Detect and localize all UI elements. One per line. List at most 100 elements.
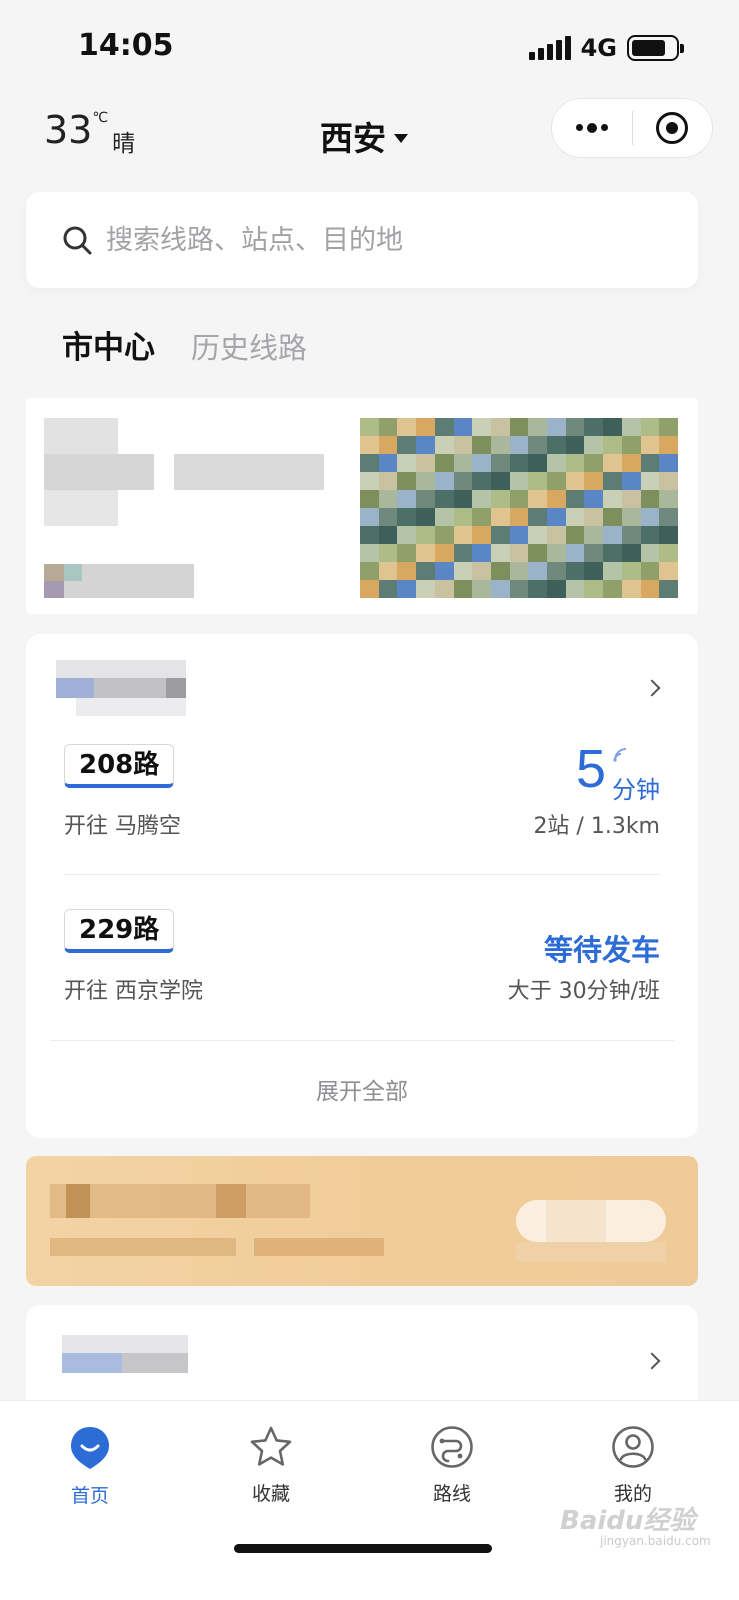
pixel-block (621, 490, 641, 508)
pixel-block (490, 418, 510, 436)
status-time: 14:05 (78, 28, 174, 63)
pixel-block (547, 544, 566, 562)
chevron-right-icon[interactable] (643, 679, 661, 697)
eta-unit: 分钟 (612, 776, 660, 804)
pixel-block (659, 526, 678, 544)
pixel-block (584, 580, 604, 598)
tab-city-center[interactable]: 市中心 (62, 322, 155, 367)
search-bar[interactable] (26, 192, 698, 288)
pixel-block (360, 562, 379, 580)
pixel-block (547, 580, 566, 598)
pixel-block (378, 490, 398, 508)
pixel-block (416, 544, 435, 562)
pixel-block (434, 562, 454, 580)
pixel-block (434, 436, 454, 454)
pixel-block (547, 418, 566, 436)
watermark: Baidu经验 (560, 1506, 696, 1536)
route-row[interactable]: 229路 开往 西京学院 等待发车 大于 30分钟/班 (64, 909, 660, 1019)
tab-routes[interactable]: 路线 (392, 1425, 512, 1506)
tab-favorites[interactable]: 收藏 (211, 1425, 331, 1506)
pixel-block (621, 436, 641, 454)
pixel-block (378, 418, 398, 436)
pixel-block (378, 508, 398, 526)
pixel-block (584, 490, 604, 508)
weather-widget: 33 ℃ 晴 (44, 108, 135, 158)
pixel-block (397, 454, 417, 472)
pixel-block (378, 580, 398, 598)
search-input[interactable] (106, 224, 666, 256)
tab-home[interactable]: 首页 (30, 1425, 150, 1508)
signal-icon (528, 36, 571, 60)
pixel-block (509, 526, 529, 544)
pixel-block (565, 472, 585, 490)
pixel-block (603, 526, 622, 544)
promo-banner[interactable] (26, 398, 698, 614)
pixel-block (360, 526, 379, 544)
pixel-block (490, 454, 510, 472)
pixel-block (640, 436, 660, 454)
pixel-block (565, 436, 585, 454)
live-signal-icon (613, 748, 627, 762)
expand-all-button[interactable]: 展开全部 (26, 1072, 698, 1106)
pixel-block (659, 418, 678, 436)
ad-banner[interactable] (26, 1156, 698, 1286)
city-selector[interactable]: 西安 (320, 112, 408, 160)
pixel-block (434, 544, 454, 562)
pixel-block (397, 580, 417, 598)
pixel-block (490, 436, 510, 454)
tab-history-routes[interactable]: 历史线路 (191, 325, 307, 367)
weather-condition: 晴 (112, 131, 136, 157)
pixel-block (472, 418, 491, 436)
pixel-block (434, 490, 454, 508)
pixel-block (490, 544, 510, 562)
city-name: 西安 (320, 119, 386, 158)
pixel-block (547, 526, 566, 544)
route-row[interactable]: 208路 开往 马腾空 5 分钟 2站 / 1.3km (64, 739, 660, 854)
pixel-block (416, 454, 435, 472)
pixel-block (397, 562, 417, 580)
pixel-block (640, 544, 660, 562)
pixel-block (453, 472, 473, 490)
more-icon[interactable] (552, 122, 632, 133)
pixel-block (434, 418, 454, 436)
status-bar: 14:05 4G (0, 0, 739, 90)
pixel-block (378, 454, 398, 472)
blurred-ad-content (50, 1184, 666, 1262)
pixel-block (659, 454, 678, 472)
route-direction: 开往 马腾空 (64, 814, 181, 839)
chevron-right-icon[interactable] (643, 1352, 661, 1370)
pixel-block (621, 454, 641, 472)
home-indicator (234, 1544, 492, 1553)
pixel-block (528, 526, 548, 544)
pixel-block (584, 472, 604, 490)
temperature-unit: ℃ (92, 110, 109, 126)
pixel-block (453, 562, 473, 580)
pixel-block (509, 418, 529, 436)
pixel-block (509, 472, 529, 490)
pixel-block (584, 418, 604, 436)
tab-label: 收藏 (251, 1483, 290, 1505)
tab-profile[interactable]: 我的 (573, 1425, 693, 1506)
network-label: 4G (580, 34, 617, 62)
close-miniprogram-icon[interactable] (633, 112, 713, 144)
pixel-block (565, 526, 585, 544)
pixel-block (490, 580, 510, 598)
pixel-block (360, 418, 379, 436)
pixel-block (659, 562, 678, 580)
pixel-block (378, 472, 398, 490)
user-icon (612, 1426, 654, 1468)
pixel-block (528, 490, 548, 508)
pixel-block (490, 508, 510, 526)
pixel-block (603, 454, 622, 472)
pixel-block (584, 562, 604, 580)
route-number-badge: 229路 (64, 909, 175, 953)
nearby-stop-card[interactable]: 208路 开往 马腾空 5 分钟 2站 / 1.3km 229路 开往 西京学院… (26, 634, 698, 1138)
pixel-block (584, 544, 604, 562)
pixel-block (509, 580, 529, 598)
pixel-block (472, 544, 491, 562)
pixel-block (584, 436, 604, 454)
pixel-block (509, 454, 529, 472)
tab-label: 路线 (432, 1483, 471, 1505)
pixel-block (397, 418, 417, 436)
pixel-block (528, 562, 548, 580)
